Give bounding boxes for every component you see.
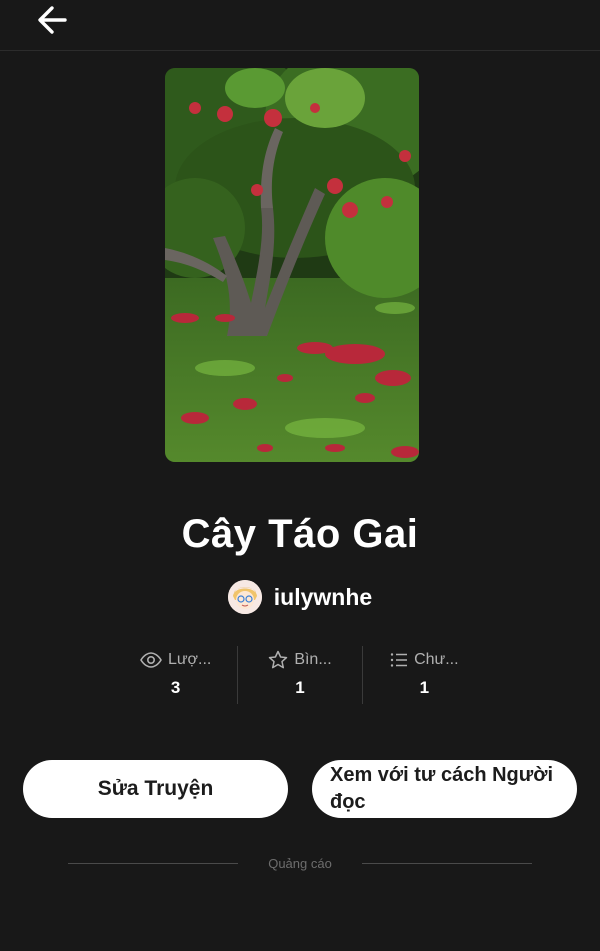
edit-story-label: Sửa Truyện [97, 777, 214, 800]
ad-divider-right [361, 862, 533, 864]
story-cover-image[interactable] [165, 68, 419, 462]
story-title: Cây Táo Gai [181, 512, 419, 556]
stat-votes-label: Bìn... [294, 651, 332, 668]
view-as-reader-button[interactable]: Xem với tư cách Người đọc [312, 760, 577, 818]
top-bar [0, 0, 600, 51]
stat-votes-value: 1 [295, 678, 305, 697]
story-stats: Lượ... 3 Bìn... 1 Chư... 1 [114, 646, 486, 704]
ad-divider-left [68, 862, 239, 864]
back-button[interactable] [30, 0, 74, 40]
stat-parts-value: 1 [419, 678, 430, 697]
star-icon [269, 650, 288, 669]
stat-votes: Bìn... 1 [237, 646, 361, 704]
ad-label: Quảng cáo [268, 855, 332, 871]
author-row[interactable]: iulywnhe [0, 578, 600, 616]
stat-reads-label: Lượ... [167, 651, 212, 668]
stat-reads-value: 3 [170, 678, 181, 697]
list-icon [390, 653, 408, 667]
eye-icon [140, 652, 162, 668]
stat-parts: Chư... 1 [361, 646, 486, 704]
author-avatar[interactable] [227, 580, 262, 614]
story-detail-page: Cây Táo Gai iulywnhe Lượ... 3 Bìn... 1 C… [0, 0, 600, 951]
stat-reads: Lượ... 3 [114, 646, 237, 704]
arrow-left-icon [38, 6, 67, 34]
stat-parts-label: Chư... [414, 651, 459, 668]
view-as-reader-label: Xem với tư cách Người đọc [330, 764, 554, 813]
ad-divider: Quảng cáo [68, 852, 533, 874]
author-name[interactable]: iulywnhe [274, 584, 372, 611]
edit-story-button[interactable]: Sửa Truyện [23, 760, 288, 818]
